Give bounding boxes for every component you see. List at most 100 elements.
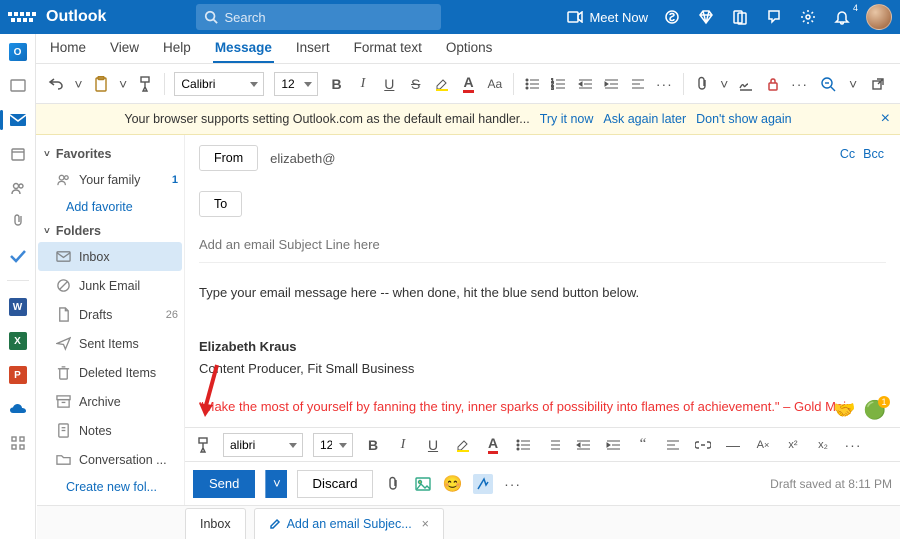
to-button[interactable]: To [199, 191, 242, 217]
font-color2-button[interactable]: A [483, 435, 503, 455]
outdent2-icon[interactable] [573, 435, 593, 455]
format-painter2-icon[interactable] [193, 435, 213, 455]
clear-format-icon[interactable]: A× [753, 435, 773, 455]
signature-icon[interactable] [738, 74, 754, 94]
notice-dont-link[interactable]: Don't show again [696, 112, 792, 126]
undo-dropdown-icon[interactable]: ˅ [74, 74, 82, 94]
zoom-out-icon[interactable] [818, 74, 838, 94]
message-body[interactable]: Type your email message here -- when don… [199, 263, 886, 427]
change-case-button[interactable]: Aa [487, 74, 503, 94]
image-icon[interactable] [413, 474, 433, 494]
tab-view[interactable]: View [108, 34, 141, 63]
more-actions-icon[interactable]: ··· [503, 474, 523, 494]
rail-people-icon[interactable] [6, 176, 30, 200]
indent2-icon[interactable] [603, 435, 623, 455]
paste-icon[interactable] [93, 74, 109, 94]
attach-dropdown[interactable]: ˅ [720, 74, 728, 94]
rail-word-icon[interactable]: W [6, 295, 30, 319]
folder-notes[interactable]: Notes [38, 416, 182, 445]
skype-icon[interactable] [662, 7, 682, 27]
tab-format-text[interactable]: Format text [352, 34, 424, 63]
rail-mail-active-icon[interactable] [6, 108, 30, 132]
subject-input[interactable] [199, 227, 886, 263]
font-size-select[interactable]: 12 [274, 72, 318, 96]
search-input[interactable] [224, 10, 433, 25]
premium-icon[interactable] [696, 7, 716, 27]
tab-help[interactable]: Help [161, 34, 193, 63]
send-split-button[interactable]: ˅ [265, 470, 287, 498]
sensitivity-icon[interactable] [765, 74, 781, 94]
rail-check-icon[interactable] [6, 244, 30, 268]
more-format2-icon[interactable]: ··· [843, 435, 863, 455]
bcc-link[interactable]: Bcc [863, 147, 884, 161]
bottom-tab-draft[interactable]: Add an email Subjec... × [254, 508, 444, 539]
rail-excel-icon[interactable]: X [6, 329, 30, 353]
indent-icon[interactable] [603, 74, 619, 94]
tips-icon[interactable] [764, 7, 784, 27]
tab-options[interactable]: Options [444, 34, 495, 63]
tab-insert[interactable]: Insert [294, 34, 332, 63]
superscript-icon[interactable]: x² [783, 435, 803, 455]
search-container[interactable] [196, 4, 441, 30]
folder-conversation[interactable]: Conversation ... [38, 445, 182, 474]
discard-button[interactable]: Discard [297, 470, 372, 498]
font-size2-select[interactable]: 12 [313, 433, 353, 457]
numbering2-icon[interactable] [543, 435, 563, 455]
undo-icon[interactable] [48, 74, 64, 94]
schedule-icon[interactable] [473, 474, 493, 494]
rail-mail-icon[interactable] [6, 74, 30, 98]
italic2-button[interactable]: I [393, 435, 413, 455]
folders-header[interactable]: ˅Folders [38, 220, 182, 242]
rail-more-apps-icon[interactable] [6, 431, 30, 455]
zoom-dropdown[interactable]: ˅ [848, 74, 858, 94]
strike-button[interactable]: S [408, 74, 424, 94]
link-icon[interactable] [693, 435, 713, 455]
app-launcher-icon[interactable] [8, 3, 36, 31]
highlight2-button[interactable] [453, 435, 473, 455]
notifications-icon[interactable]: 4 [832, 7, 852, 27]
format-painter-icon[interactable] [137, 74, 153, 94]
folder-deleted[interactable]: Deleted Items [38, 358, 182, 387]
globe-badge-icon[interactable]: 🟢1 [864, 400, 886, 421]
hr-icon[interactable]: ― [723, 435, 743, 455]
rail-files-icon[interactable] [6, 210, 30, 234]
highlight-button[interactable] [434, 74, 450, 94]
notice-close-icon[interactable]: × [881, 110, 890, 128]
send-button[interactable]: Send [193, 470, 255, 498]
tab-message[interactable]: Message [213, 34, 274, 63]
folder-drafts[interactable]: Drafts26 [38, 300, 182, 329]
align-icon[interactable] [629, 74, 645, 94]
popout-icon[interactable] [868, 74, 888, 94]
attach2-icon[interactable] [383, 474, 403, 494]
font-family-select[interactable]: Calibri [174, 72, 264, 96]
todo-icon[interactable] [730, 7, 750, 27]
subscript-icon[interactable]: x₂ [813, 435, 833, 455]
from-button[interactable]: From [199, 145, 258, 171]
align2-icon[interactable] [663, 435, 683, 455]
more-format-icon[interactable]: ··· [656, 74, 673, 94]
paste-dropdown-icon[interactable]: ˅ [119, 74, 127, 94]
bold-button[interactable]: B [328, 74, 344, 94]
notice-later-link[interactable]: Ask again later [603, 112, 686, 126]
attach-icon[interactable] [694, 74, 710, 94]
bottom-tab-inbox[interactable]: Inbox [185, 508, 246, 539]
cc-link[interactable]: Cc [840, 147, 855, 161]
rail-onedrive-icon[interactable] [6, 397, 30, 421]
font-family2-select[interactable]: alibri [223, 433, 303, 457]
tab-home[interactable]: Home [48, 34, 88, 63]
profile-avatar[interactable] [866, 4, 892, 30]
folder-inbox[interactable]: Inbox [38, 242, 182, 271]
handshake-icon[interactable]: 🤝 [833, 400, 855, 421]
close-tab-icon[interactable]: × [422, 517, 429, 531]
meet-now-button[interactable]: Meet Now [567, 10, 648, 25]
rail-powerpoint-icon[interactable]: P [6, 363, 30, 387]
emoji-icon[interactable]: 😊 [443, 474, 463, 494]
font-color-button[interactable]: A [460, 74, 476, 94]
more-icon[interactable]: ··· [791, 74, 808, 94]
numbering-icon[interactable]: 123 [550, 74, 566, 94]
folder-your-family-fav[interactable]: Your family 1 [38, 165, 182, 194]
rail-calendar-icon[interactable] [6, 142, 30, 166]
notice-try-link[interactable]: Try it now [540, 112, 594, 126]
favorites-header[interactable]: ˅Favorites [38, 143, 182, 165]
outdent-icon[interactable] [577, 74, 593, 94]
